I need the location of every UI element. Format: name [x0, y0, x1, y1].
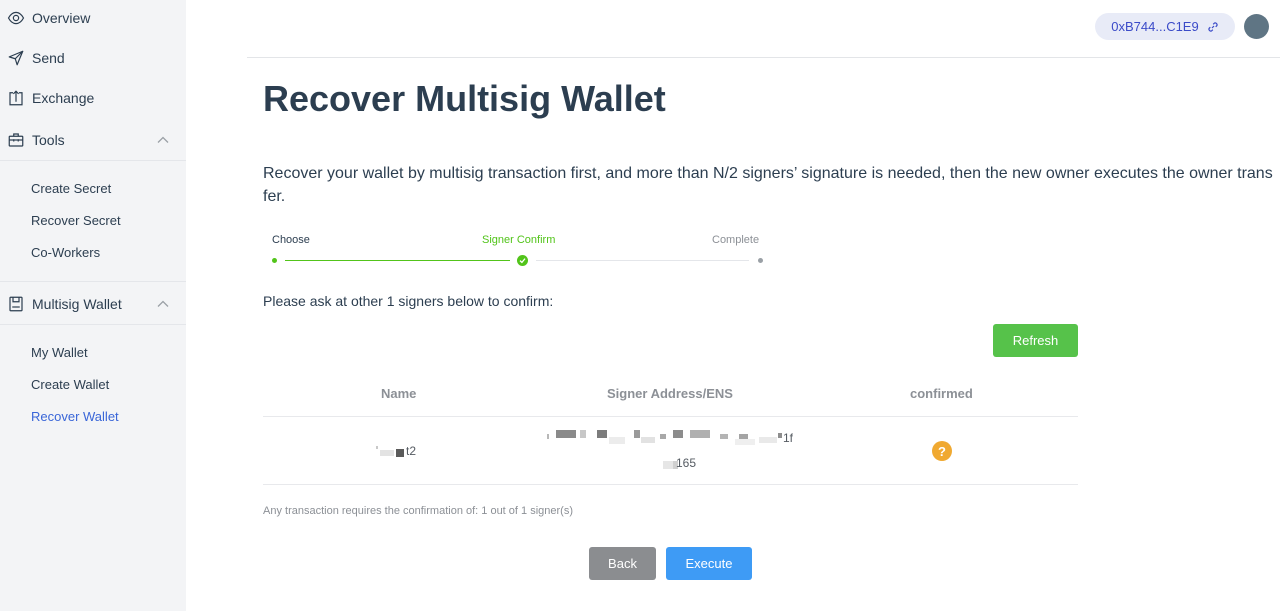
signer-name: t2 [406, 444, 417, 458]
step-choose: Choose [272, 234, 310, 246]
column-header-address: Signer Address/ENS [607, 386, 733, 401]
step-line-done [285, 260, 510, 261]
signer-address-line1: 1f [783, 431, 794, 445]
wallet-icon [5, 294, 27, 314]
nav-send-label: Send [32, 50, 65, 66]
nav-group-multisig-label: Multisig Wallet [32, 296, 122, 312]
table-divider [263, 416, 1078, 417]
step-dot-pending [758, 258, 763, 263]
sidebar-item-recover-wallet[interactable]: Recover Wallet [31, 408, 119, 426]
nav-exchange-label: Exchange [32, 90, 95, 106]
redacted-block [720, 434, 728, 439]
redacted-block [690, 430, 710, 438]
sidebar-item-create-wallet[interactable]: Create Wallet [31, 376, 109, 394]
account-address-pill[interactable]: 0xB744...C1E9 [1095, 13, 1235, 40]
account-address: 0xB744...C1E9 [1111, 19, 1199, 34]
toolbox-icon [5, 130, 27, 150]
step-dot-done [272, 258, 277, 263]
nav-send[interactable]: Send [0, 43, 186, 73]
redacted-block [396, 449, 404, 457]
confirmation-note: Any transaction requires the confirmatio… [263, 505, 573, 517]
page-description: Recover your wallet by multisig transact… [263, 165, 1273, 205]
divider [0, 281, 186, 282]
redacted-block [547, 434, 549, 439]
redacted-block [673, 430, 683, 438]
header-divider [247, 57, 1280, 58]
check-icon [517, 255, 528, 266]
nav-group-tools-label: Tools [32, 132, 65, 148]
redacted-block [660, 434, 666, 439]
nav-overview-label: Overview [32, 10, 91, 26]
refresh-button[interactable]: Refresh [993, 324, 1078, 357]
nav-group-tools[interactable]: Tools [0, 120, 186, 160]
send-icon [5, 48, 27, 68]
redacted-block [376, 446, 378, 449]
nav-exchange[interactable]: Exchange [0, 83, 186, 113]
column-header-confirmed: confirmed [910, 386, 973, 401]
redacted-block [597, 430, 607, 438]
back-button[interactable]: Back [589, 547, 656, 580]
redacted-block [735, 439, 755, 445]
nav-overview[interactable]: Overview [0, 3, 186, 33]
step-signer-confirm: Signer Confirm [482, 234, 556, 246]
sidebar: Overview Send Exchange Tools Create Secr… [0, 0, 186, 611]
redacted-block [759, 437, 777, 443]
eye-icon [5, 8, 27, 28]
redacted-block [380, 450, 394, 456]
chevron-up-icon[interactable] [156, 297, 170, 311]
exchange-icon [5, 88, 27, 108]
signers-prompt: Please ask at other 1 signers below to c… [263, 293, 554, 309]
step-line-pending [536, 260, 749, 261]
sidebar-item-my-wallet[interactable]: My Wallet [31, 344, 88, 362]
link-icon [1208, 21, 1218, 32]
nav-group-multisig-wallet[interactable]: Multisig Wallet [0, 284, 186, 324]
step-complete: Complete [712, 234, 760, 246]
signer-address-line2: 165 [676, 456, 697, 470]
table-divider [263, 484, 1078, 485]
sidebar-item-create-secret[interactable]: Create Secret [31, 180, 111, 198]
divider [0, 324, 186, 325]
page-title: Recover Multisig Wallet [263, 78, 666, 119]
execute-button[interactable]: Execute [666, 547, 752, 580]
sidebar-item-recover-secret[interactable]: Recover Secret [31, 212, 121, 230]
redacted-block [641, 437, 655, 443]
redacted-block [609, 437, 625, 444]
avatar[interactable] [1244, 14, 1269, 39]
question-icon: ? [932, 441, 952, 461]
sidebar-item-co-workers[interactable]: Co-Workers [31, 244, 100, 262]
divider [0, 160, 186, 161]
chevron-up-icon[interactable] [156, 133, 170, 147]
redacted-block [634, 430, 640, 438]
redacted-block [663, 461, 673, 469]
redacted-block [778, 433, 782, 438]
column-header-name: Name [381, 386, 417, 401]
redacted-block [556, 430, 576, 438]
redacted-block [580, 430, 586, 438]
